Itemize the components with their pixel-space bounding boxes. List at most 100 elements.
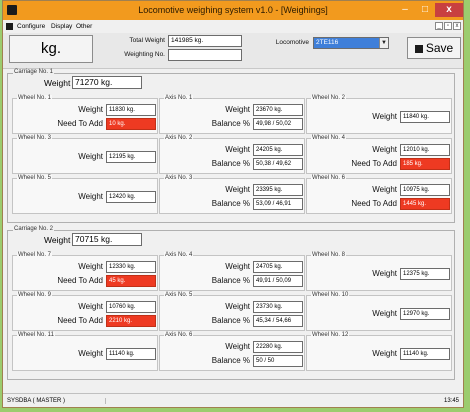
weight-field[interactable]: 23395 kg. <box>253 184 303 196</box>
status-bar: SYSDBA ( MASTER ) 13:45 <box>3 393 463 407</box>
weighting-no-field[interactable] <box>168 49 242 61</box>
weight-field[interactable]: 12330 kg. <box>106 261 156 273</box>
balance-field[interactable]: 49,98 / 50,02 <box>253 118 303 130</box>
axis-label: Axis No. 1 <box>164 95 194 101</box>
unit-button[interactable]: kg. <box>9 35 93 63</box>
total-weight-field[interactable]: 141985 kg. <box>168 35 242 47</box>
weight-field[interactable]: 10975 kg. <box>400 184 450 196</box>
need-to-add-field[interactable]: 2210 kg. <box>106 315 156 327</box>
carriage-weight-field[interactable]: 70715 kg. <box>72 233 142 246</box>
axis-box: Axis No. 5 Weight 23730 kg. Balance % 45,34 … <box>159 292 305 331</box>
need-to-add-field[interactable]: 1445 kg. <box>400 198 450 210</box>
balance-label: Balance % <box>211 316 250 325</box>
weight-label: Weight <box>372 309 397 318</box>
wheel-label: Wheel No. 8 <box>311 252 347 258</box>
mdi-close-button[interactable]: x <box>453 22 461 30</box>
weight-field[interactable]: 12195 kg. <box>106 151 156 163</box>
wheel-label: Wheel No. 2 <box>311 95 347 101</box>
wheel-label: Wheel No. 6 <box>311 175 347 181</box>
wheel-label: Wheel No. 3 <box>17 135 53 141</box>
wheel-label: Wheel No. 1 <box>17 95 53 101</box>
balance-label: Balance % <box>211 119 250 128</box>
carriage-label: Carriage No. 1 <box>13 69 55 75</box>
weight-field[interactable]: 11830 kg. <box>106 104 156 116</box>
weight-label: Weight <box>372 349 397 358</box>
weight-label: Weight <box>78 105 103 114</box>
balance-field[interactable]: 53,09 / 46,91 <box>253 198 303 210</box>
balance-field[interactable]: 49,91 / 50,09 <box>253 275 303 287</box>
weight-field[interactable]: 24705 kg. <box>253 261 303 273</box>
wheel-label: Wheel No. 4 <box>311 135 347 141</box>
carriage-panel: Carriage No. 1 Weight 71270 kg. Wheel No. 1… <box>7 69 455 223</box>
wheel-label: Wheel No. 9 <box>17 292 53 298</box>
balance-field[interactable]: 50,38 / 49,62 <box>253 158 303 170</box>
wheel-box: Wheel No. 12 Weight 11140 kg. <box>306 332 452 371</box>
need-to-add-field[interactable]: 10 kg. <box>106 118 156 130</box>
total-weight-label: Total Weight <box>129 37 165 44</box>
minimize-button[interactable]: – <box>395 3 415 17</box>
menu-bar: Configure Display Other _ ▫ x <box>3 20 463 33</box>
carriage-weight-label: Weight <box>44 235 71 245</box>
balance-field[interactable]: 45,34 / 54,66 <box>253 315 303 327</box>
weight-label: Weight <box>225 262 250 271</box>
weight-field[interactable]: 12970 kg. <box>400 308 450 320</box>
wheel-box: Wheel No. 11 Weight 11140 kg. <box>12 332 158 371</box>
weight-field[interactable]: 11840 kg. <box>400 111 450 123</box>
menu-configure[interactable]: Configure <box>17 23 45 30</box>
axis-label: Axis No. 4 <box>164 252 194 258</box>
save-button[interactable]: Save <box>407 37 461 59</box>
carriage-weight-label: Weight <box>44 78 71 88</box>
axis-label: Axis No. 5 <box>164 292 194 298</box>
weight-field[interactable]: 23730 kg. <box>253 301 303 313</box>
close-button[interactable]: x <box>435 3 463 17</box>
wheel-box: Wheel No. 6 Weight 10975 kg. Need To Add 144… <box>306 175 452 214</box>
need-to-add-label: Need To Add <box>57 316 103 325</box>
weight-field[interactable]: 11140 kg. <box>106 348 156 360</box>
balance-label: Balance % <box>211 199 250 208</box>
weight-field[interactable]: 22280 kg. <box>253 341 303 353</box>
balance-field[interactable]: 50 / 50 <box>253 355 303 367</box>
status-time: 13:45 <box>443 398 459 404</box>
main-window: Locomotive weighing system v1.0 - [Weigh… <box>2 0 464 408</box>
weight-field[interactable]: 12420 kg. <box>106 191 156 203</box>
window-title: Locomotive weighing system v1.0 - [Weigh… <box>138 5 328 15</box>
balance-label: Balance % <box>211 159 250 168</box>
locomotive-select[interactable]: 2TE116 ▼ <box>313 37 389 49</box>
axis-label: Axis No. 3 <box>164 175 194 181</box>
weight-label: Weight <box>225 185 250 194</box>
balance-label: Balance % <box>211 356 250 365</box>
dropdown-arrow-icon[interactable]: ▼ <box>379 38 388 48</box>
axis-box: Axis No. 6 Weight 22280 kg. Balance % 50 / 5… <box>159 332 305 371</box>
wheel-box: Wheel No. 3 Weight 12195 kg. <box>12 135 158 174</box>
mdi-restore-button[interactable]: ▫ <box>444 22 452 30</box>
wheel-label: Wheel No. 5 <box>17 175 53 181</box>
menu-display[interactable]: Display <box>51 23 72 30</box>
menu-app-icon[interactable] <box>6 23 13 30</box>
carriage-weight-field[interactable]: 71270 kg. <box>72 76 142 89</box>
mdi-minimize-button[interactable]: _ <box>435 22 443 30</box>
weight-label: Weight <box>78 262 103 271</box>
save-icon <box>414 44 423 53</box>
weight-field[interactable]: 23670 kg. <box>253 104 303 116</box>
weight-label: Weight <box>225 105 250 114</box>
weight-field[interactable]: 24205 kg. <box>253 144 303 156</box>
maximize-button[interactable]: □ <box>415 3 435 17</box>
weight-label: Weight <box>225 145 250 154</box>
weight-label: Weight <box>225 302 250 311</box>
status-user: SYSDBA ( MASTER ) <box>7 398 107 404</box>
axis-box: Axis No. 3 Weight 23395 kg. Balance % 53,09 … <box>159 175 305 214</box>
need-to-add-label: Need To Add <box>351 199 397 208</box>
title-bar[interactable]: Locomotive weighing system v1.0 - [Weigh… <box>3 1 463 20</box>
weight-label: Weight <box>78 152 103 161</box>
need-to-add-field[interactable]: 45 kg. <box>106 275 156 287</box>
weight-field[interactable]: 12375 kg. <box>400 268 450 280</box>
save-label: Save <box>425 41 454 55</box>
weight-field[interactable]: 12010 kg. <box>400 144 450 156</box>
wheel-label: Wheel No. 7 <box>17 252 53 258</box>
toolbar: kg. Total Weight 141985 kg. Weighting No… <box>3 33 463 69</box>
weight-field[interactable]: 10760 kg. <box>106 301 156 313</box>
need-to-add-field[interactable]: 185 kg. <box>400 158 450 170</box>
weight-field[interactable]: 11140 kg. <box>400 348 450 360</box>
menu-other[interactable]: Other <box>76 23 92 30</box>
weight-label: Weight <box>372 269 397 278</box>
